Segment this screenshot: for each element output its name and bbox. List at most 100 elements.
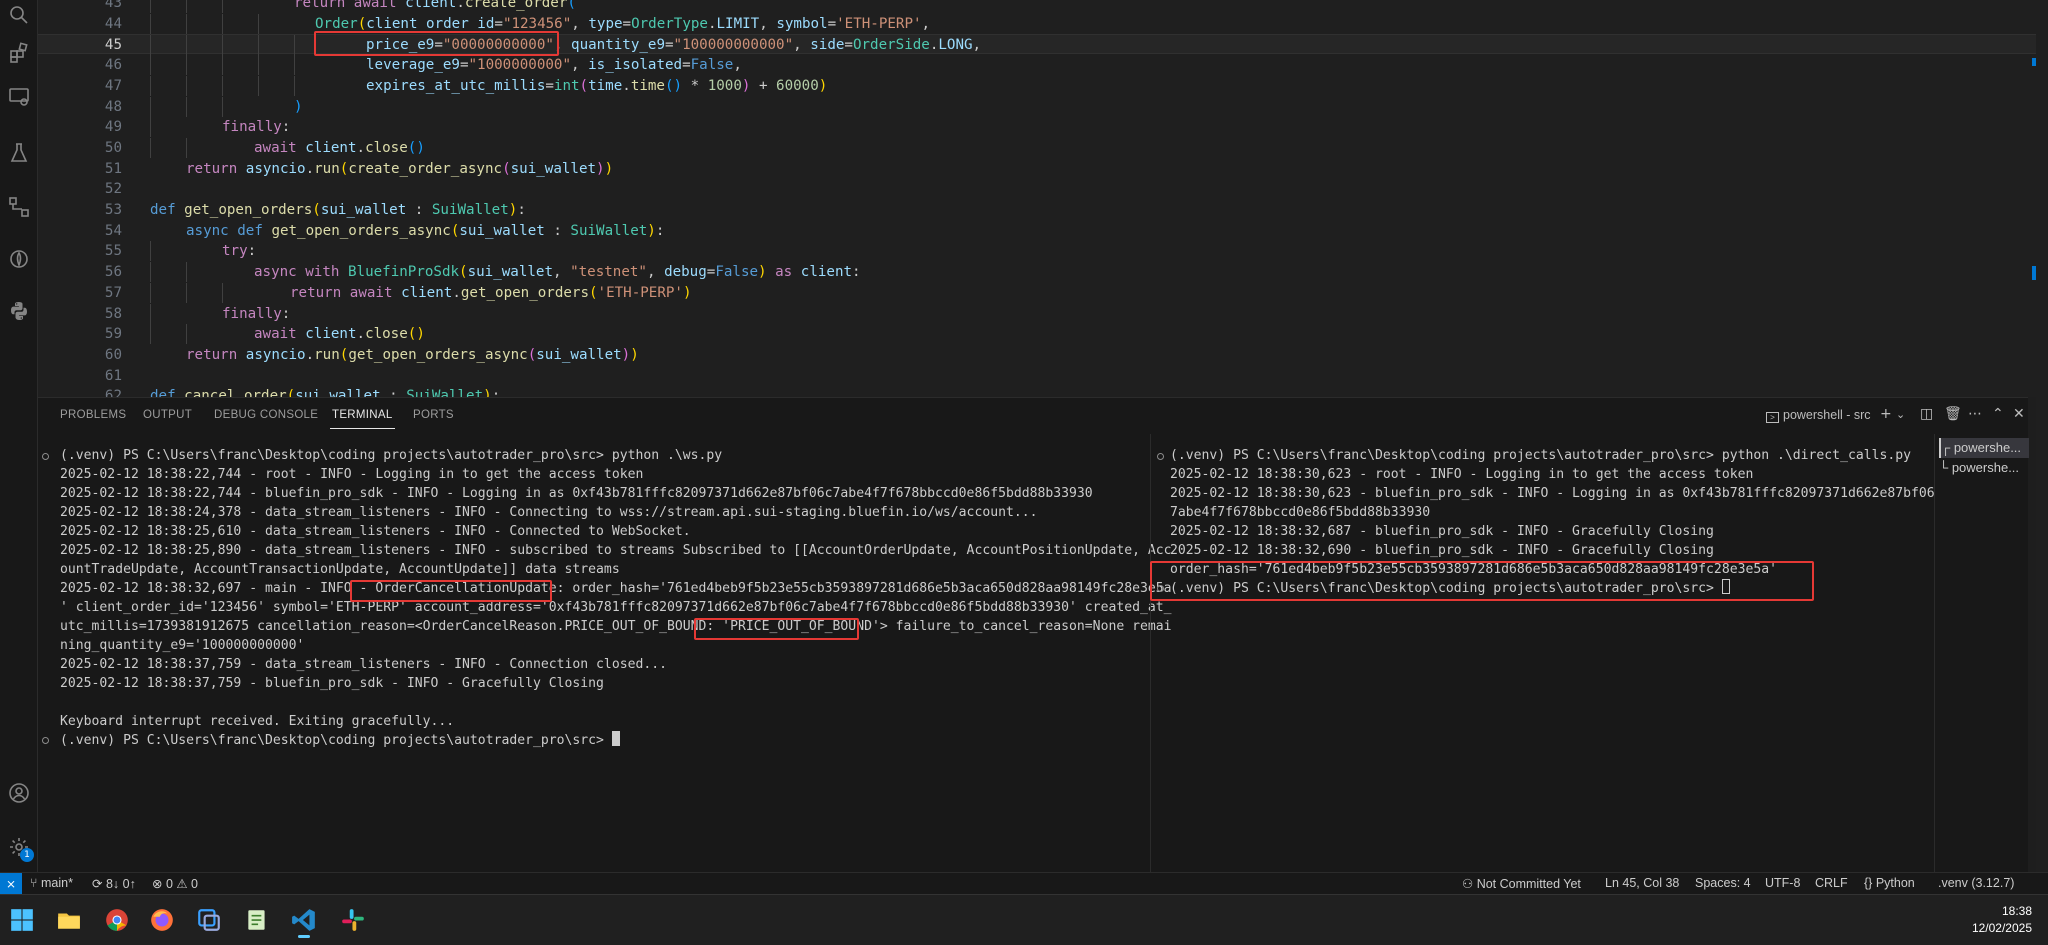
code-line[interactable]: 47 expires_at_utc_millis=int(time.time() … bbox=[38, 75, 2036, 96]
bluefin-icon[interactable] bbox=[0, 240, 38, 278]
code-line[interactable]: 43 return await client.create_order( bbox=[38, 0, 2036, 13]
line-number[interactable]: 44 bbox=[38, 14, 122, 34]
language-mode[interactable]: {} Python bbox=[1864, 876, 1915, 890]
line-number[interactable]: 57 bbox=[38, 283, 122, 303]
line-number[interactable]: 47 bbox=[38, 76, 122, 96]
line-number[interactable]: 53 bbox=[38, 200, 122, 220]
line-number[interactable]: 61 bbox=[38, 366, 122, 386]
terminal-list-item[interactable]: └ powershe... bbox=[1939, 458, 2029, 478]
line-number[interactable]: 46 bbox=[38, 55, 122, 75]
encoding[interactable]: UTF-8 bbox=[1765, 876, 1800, 890]
code-line[interactable]: 50 await client.close() bbox=[38, 137, 2036, 158]
source-control-graph-icon[interactable] bbox=[0, 188, 38, 226]
line-number[interactable]: 43 bbox=[38, 0, 122, 13]
line-number[interactable]: 56 bbox=[38, 262, 122, 282]
code-line[interactable]: 56 async with BluefinProSdk(sui_wallet, "… bbox=[38, 262, 2036, 283]
terminal-line: 2025-02-12 18:38:37,759 - data_stream_li… bbox=[60, 657, 667, 672]
tab-output[interactable]: OUTPUT bbox=[143, 409, 192, 421]
python-icon[interactable] bbox=[0, 292, 38, 330]
cursor-position[interactable]: Ln 45, Col 38 bbox=[1605, 876, 1679, 890]
search-icon[interactable] bbox=[0, 0, 38, 34]
firefox-icon[interactable] bbox=[143, 901, 181, 939]
terminal-line: Keyboard interrupt received. Exiting gra… bbox=[60, 714, 455, 729]
terminal-list-item[interactable]: ┌ powershe... bbox=[1939, 438, 2029, 458]
remote-explorer-icon[interactable] bbox=[0, 78, 38, 116]
tab-debug-console[interactable]: DEBUG CONSOLE bbox=[214, 409, 318, 421]
terminal-name[interactable]: > powershell - src bbox=[1766, 408, 1871, 423]
code-text: def cancel_order(sui_wallet : SuiWallet)… bbox=[150, 388, 501, 397]
code-line[interactable]: 62 def cancel_order(sui_wallet : SuiWalle… bbox=[38, 386, 2036, 397]
terminal-line: 2025-02-12 18:38:32,690 - bluefin_pro_sd… bbox=[1170, 543, 1714, 558]
tab-ports[interactable]: PORTS bbox=[413, 409, 454, 421]
chrome-icon[interactable] bbox=[98, 901, 136, 939]
vscode-icon[interactable] bbox=[285, 901, 323, 939]
kill-terminal-icon[interactable]: 🗑 bbox=[1944, 406, 1962, 422]
line-number[interactable]: 58 bbox=[38, 304, 122, 324]
extensions-icon[interactable] bbox=[0, 34, 38, 72]
app-icon[interactable] bbox=[190, 901, 228, 939]
manage-gear-icon[interactable]: 1 bbox=[0, 828, 38, 866]
line-number[interactable]: 60 bbox=[38, 345, 122, 365]
branch-indicator[interactable]: ⑂ main* bbox=[30, 876, 73, 890]
terminal-left[interactable]: (.venv) PS C:\Users\franc\Desktop\coding… bbox=[60, 446, 1172, 750]
code-text: async def get_open_orders_async(sui_wall… bbox=[186, 222, 665, 239]
indent-guide bbox=[294, 55, 295, 76]
problems-indicator[interactable]: ⊗ 0 ⚠ 0 bbox=[152, 876, 198, 891]
indent-guide bbox=[294, 35, 295, 56]
accounts-icon[interactable] bbox=[0, 774, 38, 812]
code-line[interactable]: 46 leverage_e9="1000000000", is_isolated=… bbox=[38, 55, 2036, 76]
line-number[interactable]: 45 bbox=[38, 35, 122, 55]
code-line[interactable]: 60 return asyncio.run(get_open_orders_asy… bbox=[38, 345, 2036, 365]
code-line[interactable]: 61 bbox=[38, 366, 2036, 386]
terminal-split-divider[interactable] bbox=[1150, 434, 1151, 873]
code-text: return asyncio.run(create_order_async(su… bbox=[186, 160, 614, 177]
system-clock[interactable]: 18:38 12/02/2025 bbox=[1972, 903, 2032, 937]
code-line[interactable]: 54 async def get_open_orders_async(sui_wa… bbox=[38, 221, 2036, 241]
tab-terminal[interactable]: TERMINAL bbox=[330, 409, 395, 429]
terminal-line: ning_quantity_e9='100000000000' bbox=[60, 638, 305, 653]
notepad-icon[interactable] bbox=[238, 901, 276, 939]
more-actions-icon[interactable]: ⋯ bbox=[1968, 406, 1982, 422]
line-number[interactable]: 55 bbox=[38, 241, 122, 261]
code-line[interactable]: 58 finally: bbox=[38, 303, 2036, 324]
code-line[interactable]: 48) bbox=[38, 96, 2036, 117]
tab-problems[interactable]: PROBLEMS bbox=[60, 409, 126, 421]
windows-start-icon[interactable] bbox=[3, 901, 41, 939]
line-number[interactable]: 59 bbox=[38, 324, 122, 344]
line-number[interactable]: 51 bbox=[38, 159, 122, 179]
code-line[interactable]: 57 return await client.get_open_orders('E… bbox=[38, 282, 2036, 303]
terminal-line: 2025-02-12 18:38:30,623 - bluefin_pro_sd… bbox=[1170, 486, 1943, 501]
terminal-line: 2025-02-12 18:38:22,744 - root - INFO - … bbox=[60, 467, 644, 482]
indent-guide bbox=[150, 324, 151, 345]
code-line[interactable]: 52 bbox=[38, 179, 2036, 199]
line-number[interactable]: 49 bbox=[38, 117, 122, 137]
terminal-line: 2025-02-12 18:38:37,759 - bluefin_pro_sd… bbox=[60, 676, 604, 691]
line-number[interactable]: 50 bbox=[38, 138, 122, 158]
editor-scrollbar[interactable] bbox=[2036, 0, 2048, 872]
maximize-panel-icon[interactable]: ⌃ bbox=[1992, 406, 2004, 422]
sync-indicator[interactable]: ⟳ 8↓ 0↑ bbox=[92, 876, 136, 891]
split-terminal-icon[interactable]: ◫ bbox=[1920, 406, 1933, 422]
new-terminal-icon[interactable]: + bbox=[1880, 406, 1892, 422]
line-ending[interactable]: CRLF bbox=[1815, 876, 1848, 890]
line-number[interactable]: 52 bbox=[38, 179, 122, 199]
testing-flask-icon[interactable] bbox=[0, 134, 38, 172]
chevron-down-icon[interactable]: ⌄ bbox=[1896, 408, 1905, 421]
code-line[interactable]: 49 finally: bbox=[38, 117, 2036, 138]
blame-indicator[interactable]: ⚇ Not Committed Yet bbox=[1462, 876, 1581, 891]
code-line[interactable]: 51 return asyncio.run(create_order_async(… bbox=[38, 159, 2036, 179]
terminal-line: 2025-02-12 18:38:25,890 - data_stream_li… bbox=[60, 543, 1172, 558]
python-interpreter[interactable]: .venv (3.12.7) bbox=[1938, 876, 2014, 890]
code-line[interactable]: 55 try: bbox=[38, 241, 2036, 262]
close-panel-icon[interactable]: ✕ bbox=[2013, 406, 2025, 422]
code-line[interactable]: 53 def get_open_orders(sui_wallet : SuiWa… bbox=[38, 200, 2036, 220]
line-number[interactable]: 54 bbox=[38, 221, 122, 241]
code-line[interactable]: 59 await client.close() bbox=[38, 324, 2036, 345]
remote-icon[interactable]: ⨯ bbox=[0, 873, 22, 895]
indentation[interactable]: Spaces: 4 bbox=[1695, 876, 1751, 890]
code-editor[interactable]: 43 return await client.create_order(44 Ord… bbox=[38, 0, 2036, 397]
line-number[interactable]: 48 bbox=[38, 97, 122, 117]
line-number[interactable]: 62 bbox=[38, 386, 122, 397]
slack-icon[interactable] bbox=[334, 901, 372, 939]
file-explorer-icon[interactable] bbox=[50, 901, 88, 939]
